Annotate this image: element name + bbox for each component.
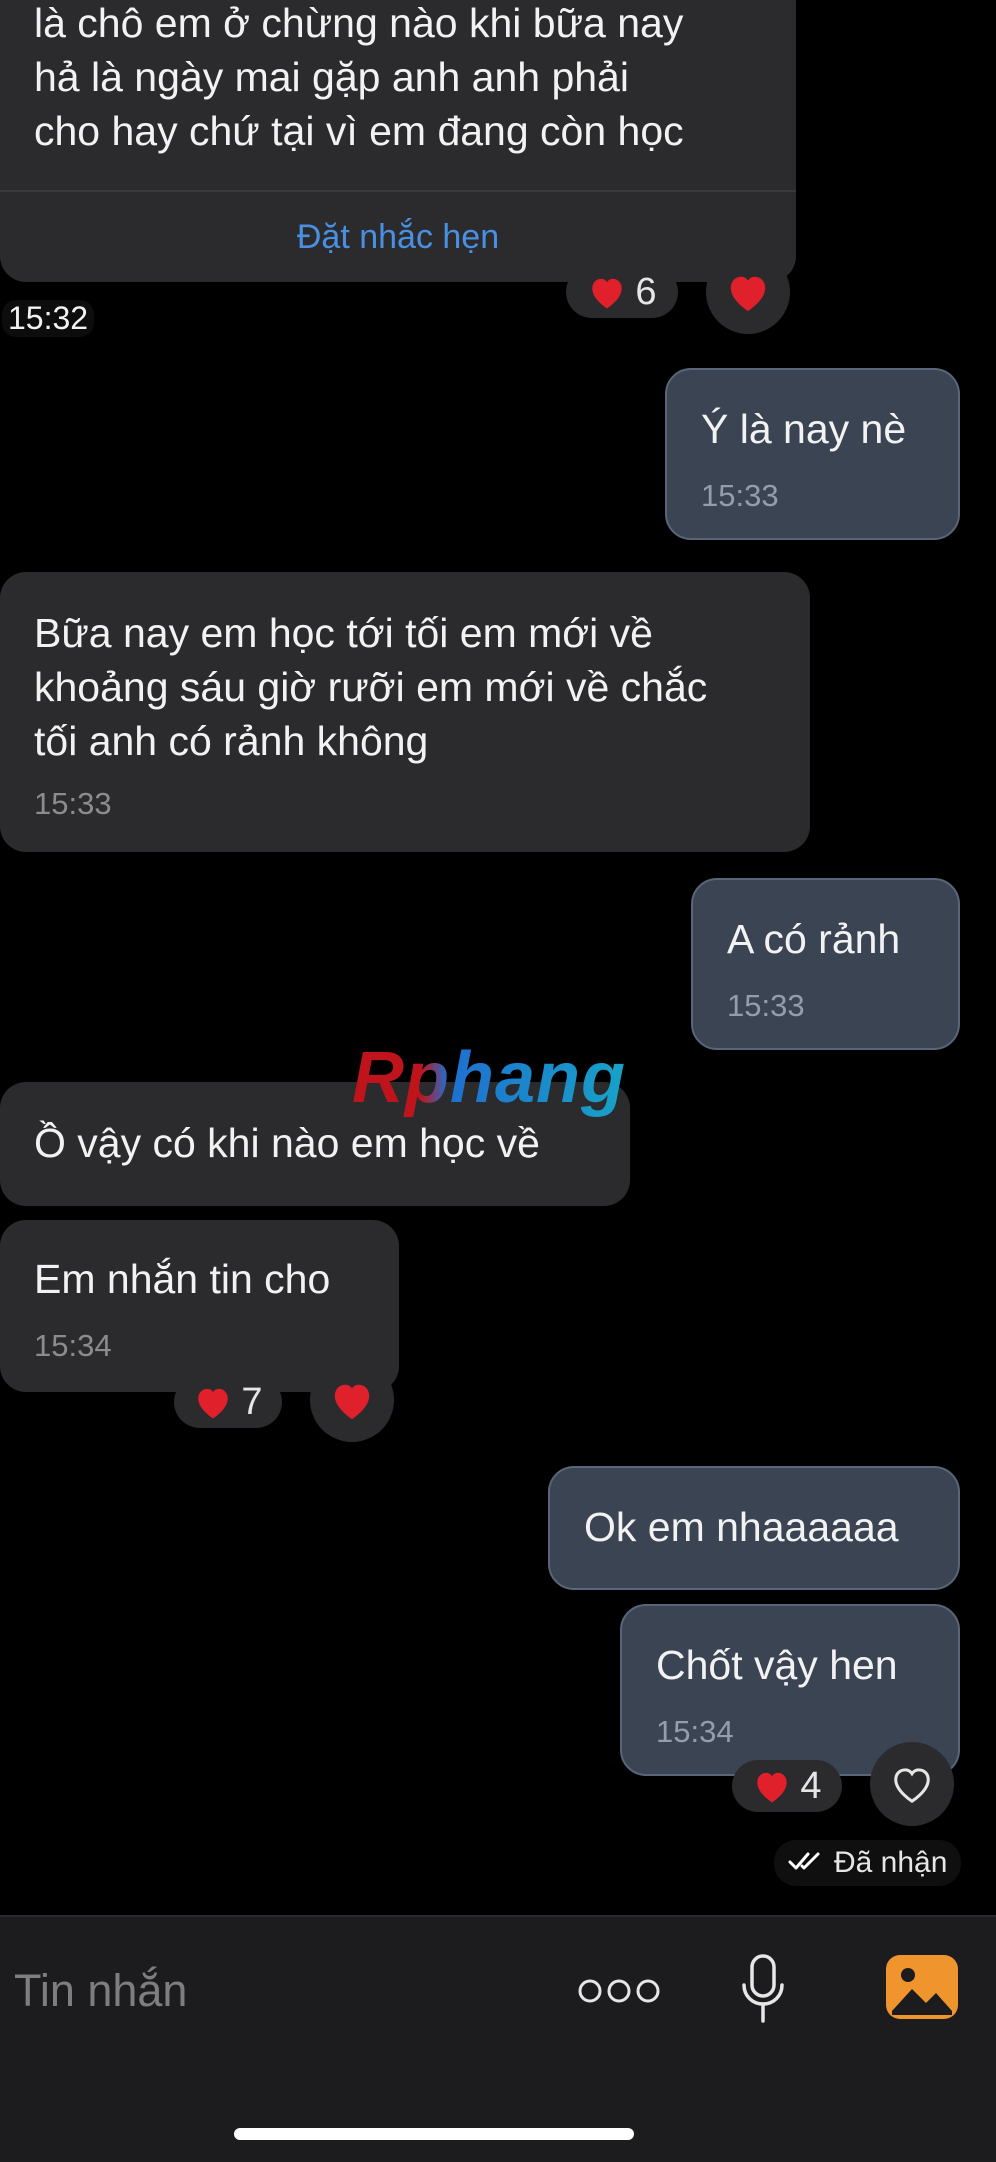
message-time-stamp: 15:32 bbox=[2, 300, 95, 337]
more-dots-icon bbox=[576, 1979, 662, 2009]
heart-icon bbox=[329, 1379, 375, 1421]
react-heart-button[interactable] bbox=[706, 250, 790, 334]
double-check-icon bbox=[788, 1846, 824, 1880]
message-text: Bữa nay em học tới tối em mới về khoảng … bbox=[34, 610, 708, 764]
svg-text:Rphang: Rphang bbox=[352, 1040, 626, 1118]
image-icon bbox=[884, 1955, 960, 2025]
message-text: Em nhắn tin cho bbox=[34, 1256, 331, 1302]
delivery-status-label: Đã nhận bbox=[834, 1846, 948, 1879]
microphone-icon bbox=[738, 1954, 788, 2029]
react-heart-button[interactable] bbox=[310, 1358, 394, 1442]
message-bubble-incoming[interactable]: Bữa nay em học tới tối em mới về khoảng … bbox=[0, 572, 810, 852]
heart-icon bbox=[725, 271, 771, 313]
reaction-summary[interactable]: 7 bbox=[174, 1376, 282, 1428]
message-time: 15:33 bbox=[34, 786, 112, 821]
reminder-divider bbox=[0, 190, 796, 192]
reaction-count: 7 bbox=[241, 1380, 263, 1423]
reaction-count: 4 bbox=[800, 1764, 822, 1807]
delivery-status: Đã nhận bbox=[774, 1840, 962, 1886]
message-time: 15:34 bbox=[34, 1328, 112, 1363]
message-bubble-outgoing[interactable]: Ý là nay nè 15:33 bbox=[665, 368, 960, 540]
message-text: A có rảnh bbox=[727, 916, 901, 962]
message-composer: Tin nhắn bbox=[0, 1915, 996, 2162]
reaction-summary[interactable]: 6 bbox=[566, 266, 678, 318]
reaction-count: 6 bbox=[635, 270, 657, 313]
message-time: 15:34 bbox=[656, 1714, 734, 1749]
message-input[interactable]: Tin nhắn bbox=[14, 1965, 187, 2017]
message-time: 15:33 bbox=[701, 478, 779, 513]
message-text: Ý là nay nè bbox=[701, 406, 907, 452]
message-text: Ok em nhaaaaaa bbox=[584, 1504, 899, 1550]
message-bubble-outgoing[interactable]: A có rảnh 15:33 bbox=[691, 878, 960, 1050]
watermark-logo: Rphang bbox=[350, 1038, 650, 1138]
heart-icon bbox=[193, 1384, 233, 1420]
home-indicator[interactable] bbox=[234, 2128, 634, 2140]
react-heart-button[interactable] bbox=[870, 1742, 954, 1826]
more-options-button[interactable] bbox=[576, 1977, 662, 2010]
message-time: 15:33 bbox=[727, 988, 805, 1023]
message-text: là chô em ở chừng nào khi bữa nay hả là … bbox=[34, 0, 684, 154]
message-text: Chốt vậy hen bbox=[656, 1642, 898, 1688]
heart-icon bbox=[587, 274, 627, 310]
message-bubble-incoming[interactable]: là chô em ở chừng nào khi bữa nay hả là … bbox=[0, 0, 796, 282]
reaction-summary[interactable]: 4 bbox=[732, 1760, 842, 1812]
voice-record-button[interactable] bbox=[738, 1953, 788, 2030]
heart-icon bbox=[752, 1768, 792, 1804]
message-bubble-outgoing[interactable]: Ok em nhaaaaaa bbox=[548, 1466, 960, 1590]
photo-picker-button[interactable] bbox=[884, 1953, 960, 2026]
set-reminder-button[interactable]: Đặt nhắc hẹn bbox=[0, 218, 796, 257]
heart-outline-icon bbox=[889, 1763, 935, 1805]
